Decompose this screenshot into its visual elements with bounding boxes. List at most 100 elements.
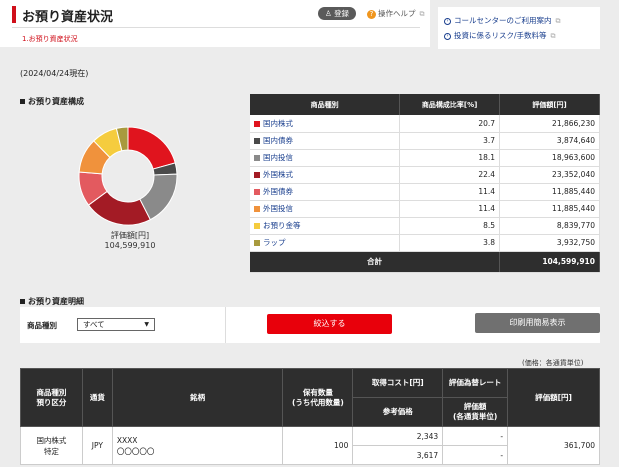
cell-cost: 2,343 bbox=[352, 426, 444, 446]
cell-ratio: 20.7 bbox=[399, 115, 501, 133]
col-value: 評価額[円] bbox=[499, 94, 600, 115]
cell-ratio: 8.5 bbox=[399, 217, 501, 235]
new-window-icon: ⧉ bbox=[555, 17, 561, 25]
table-row: 外国債券 11.4 11,885,440 bbox=[250, 183, 600, 201]
unit-note: (価格：各通貨単位) bbox=[522, 359, 584, 367]
col-qty: 保有数量 (うち代用数量) bbox=[282, 368, 354, 427]
cell-category[interactable]: 外国債券 bbox=[250, 183, 401, 201]
col-ratio: 商品構成比率[%] bbox=[399, 94, 501, 115]
select-value: すべて bbox=[83, 320, 105, 329]
cell-rate: - bbox=[442, 426, 509, 446]
total-label: 合計 bbox=[250, 251, 501, 273]
filter-label: 商品種別 bbox=[27, 321, 57, 330]
new-window-icon: ⧉ bbox=[419, 10, 425, 18]
cell-value: 23,352,040 bbox=[499, 166, 600, 184]
table-row: 国内株式 20.7 21,866,230 bbox=[250, 115, 600, 133]
cell-category[interactable]: お預り金等 bbox=[250, 217, 401, 235]
cell-name[interactable]: XXXX 〇〇〇〇〇 bbox=[111, 426, 284, 465]
cell-value: 11,885,440 bbox=[499, 183, 600, 201]
col-type: 商品種別 預り区分 bbox=[20, 368, 83, 427]
col-value: 評価額[円] bbox=[507, 368, 600, 427]
col-name: 銘柄 bbox=[111, 368, 284, 427]
cell-value: 21,866,230 bbox=[499, 115, 600, 133]
col-currency: 通貨 bbox=[81, 368, 113, 427]
help-link[interactable]: ? 操作ヘルプ ⧉ bbox=[367, 8, 425, 19]
table-row: 国内株式 特定 JPY XXXX 〇〇〇〇〇 100 2,343 - 361,7… bbox=[20, 426, 600, 465]
category-label: 国内債券 bbox=[263, 136, 293, 145]
total-value: 104,599,910 bbox=[499, 251, 600, 273]
cell-qty: 100 bbox=[282, 426, 354, 465]
legend-swatch bbox=[254, 206, 260, 212]
arrow-right-icon: › bbox=[444, 17, 451, 25]
col-ref-price: 参考価格 bbox=[352, 397, 444, 427]
col-rate: 評価為替レート bbox=[442, 368, 509, 398]
category-label: 外国投信 bbox=[263, 204, 293, 213]
as-of-date: (2024/04/24現在) bbox=[20, 69, 89, 78]
cell-val-local: - bbox=[442, 445, 509, 465]
cell-ref-price: 3,617 bbox=[352, 445, 444, 465]
risk-fee-link[interactable]: › 投資に係るリスク/手数料等 ⧉ bbox=[444, 30, 556, 41]
question-icon: ? bbox=[367, 10, 376, 19]
square-bullet-icon bbox=[20, 99, 25, 104]
product-type-select[interactable]: すべて ▼ bbox=[77, 318, 155, 331]
help-label: 操作ヘルプ bbox=[378, 9, 416, 18]
apply-filter-button[interactable]: 絞込する bbox=[267, 314, 392, 334]
donut-caption-block: 評価額[円] 104,599,910 bbox=[90, 231, 170, 251]
category-label: お預り金等 bbox=[263, 221, 301, 230]
cell-ratio: 11.4 bbox=[399, 200, 501, 218]
title-accent-bar bbox=[12, 6, 16, 23]
cell-category[interactable]: 外国株式 bbox=[250, 166, 401, 184]
composition-section-label: お預り資産構成 bbox=[28, 97, 84, 106]
category-label: 外国株式 bbox=[263, 170, 293, 179]
cell-ratio: 3.7 bbox=[399, 132, 501, 150]
cell-category[interactable]: 国内投信 bbox=[250, 149, 401, 167]
legend-swatch bbox=[254, 120, 260, 127]
donut-slice-国内株式 bbox=[127, 126, 176, 170]
cell-value: 3,932,750 bbox=[499, 234, 600, 252]
cell-ratio: 3.8 bbox=[399, 234, 501, 252]
composition-section-title: お預り資産構成 bbox=[20, 96, 84, 107]
table-row: 国内債券 3.7 3,874,640 bbox=[250, 132, 600, 150]
legend-swatch bbox=[254, 189, 260, 195]
cell-category[interactable]: 国内株式 bbox=[250, 115, 401, 133]
table-row: ラップ 3.8 3,932,750 bbox=[250, 234, 600, 252]
legend-swatch bbox=[254, 155, 260, 161]
cell-ratio: 11.4 bbox=[399, 183, 501, 201]
col-cost: 取得コスト[円] bbox=[352, 368, 444, 398]
composition-donut-chart bbox=[78, 126, 178, 226]
call-center-link[interactable]: › コールセンターのご利用案内 ⧉ bbox=[444, 15, 561, 26]
detail-section-title: お預り資産明細 bbox=[20, 296, 84, 307]
legend-swatch bbox=[254, 240, 260, 246]
info-links-panel: › コールセンターのご利用案内 ⧉ › 投資に係るリスク/手数料等 ⧉ bbox=[438, 7, 600, 49]
cell-currency: JPY bbox=[81, 426, 113, 465]
table-row: 国内投信 18.1 18,963,600 bbox=[250, 149, 600, 167]
legend-swatch bbox=[254, 172, 260, 178]
user-icon: ♙ bbox=[324, 9, 332, 18]
cell-category[interactable]: 外国投信 bbox=[250, 200, 401, 218]
cell-value: 3,874,640 bbox=[499, 132, 600, 150]
legend-swatch bbox=[254, 223, 260, 229]
cell-value: 18,963,600 bbox=[499, 149, 600, 167]
register-label: 登録 bbox=[334, 9, 350, 18]
risk-fee-link-label: 投資に係るリスク/手数料等 bbox=[454, 31, 547, 40]
call-center-link-label: コールセンターのご利用案内 bbox=[454, 16, 552, 25]
breadcrumb: 1.お預り資産状況 bbox=[22, 35, 78, 43]
new-window-icon: ⧉ bbox=[550, 32, 556, 40]
table-row: 外国株式 22.4 23,352,040 bbox=[250, 166, 600, 184]
legend-swatch bbox=[254, 138, 260, 144]
cell-value: 8,839,770 bbox=[499, 217, 600, 235]
cell-category[interactable]: ラップ bbox=[250, 234, 401, 252]
print-view-button[interactable]: 印刷用簡易表示 bbox=[475, 313, 600, 333]
detail-section-label: お預り資産明細 bbox=[28, 297, 84, 306]
filter-divider bbox=[225, 307, 226, 343]
cell-value: 361,700 bbox=[507, 426, 600, 465]
category-label: 外国債券 bbox=[263, 187, 293, 196]
square-bullet-icon bbox=[20, 299, 25, 304]
composition-table: 商品種別 商品構成比率[%] 評価額[円] 国内株式 20.7 21,866,230… bbox=[250, 94, 600, 273]
col-category: 商品種別 bbox=[250, 94, 401, 115]
page-title: お預り資産状況 bbox=[22, 10, 114, 25]
category-label: 国内株式 bbox=[263, 118, 293, 128]
cell-category[interactable]: 国内債券 bbox=[250, 132, 401, 150]
register-button[interactable]: ♙ 登録 bbox=[318, 7, 356, 20]
table-row: 外国投信 11.4 11,885,440 bbox=[250, 200, 600, 218]
